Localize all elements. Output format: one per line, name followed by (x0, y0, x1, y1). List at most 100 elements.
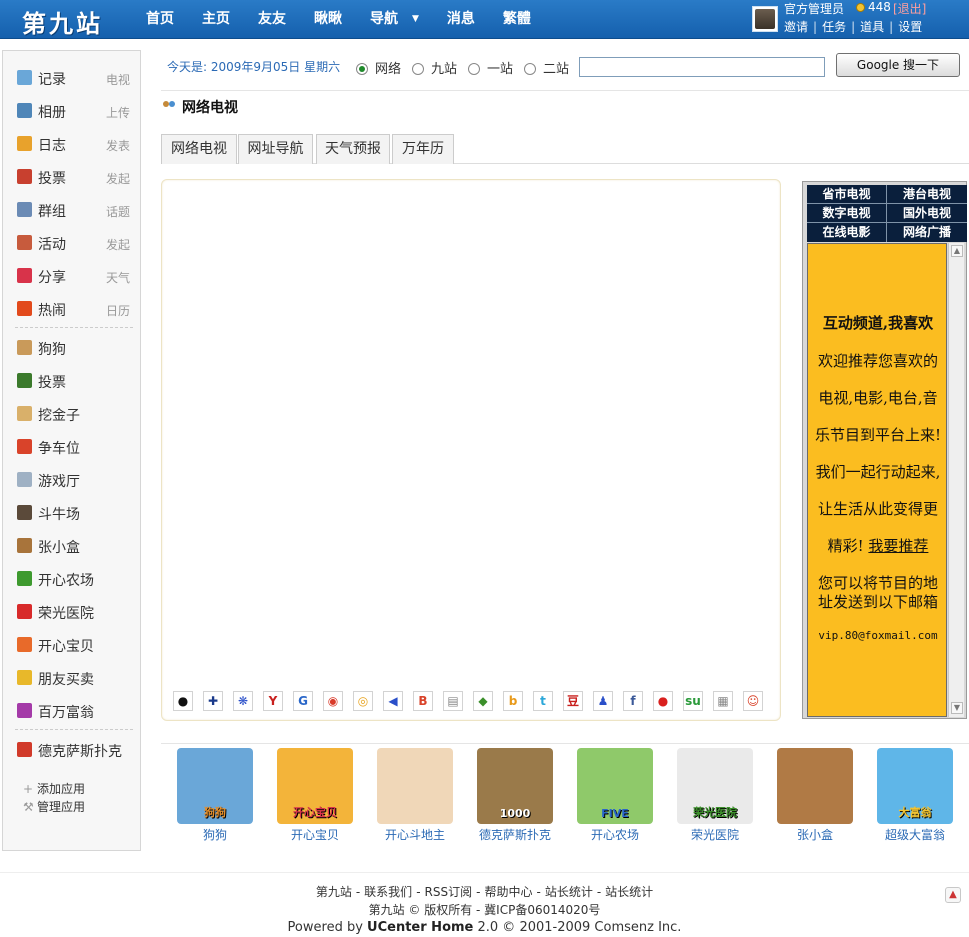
nav-friends[interactable]: 友友 (244, 0, 300, 39)
sidebar-app-hospital[interactable]: 荣光医院 (15, 601, 130, 623)
app-name-link[interactable]: 开心宝贝 (270, 826, 360, 843)
facebook-icon[interactable]: f (623, 691, 643, 711)
nav-navigation[interactable]: 导航 ▼ (356, 0, 433, 39)
nav-traditional[interactable]: 繁體 (489, 0, 545, 39)
featured-app[interactable]: FIVE 开心农场 (570, 748, 660, 843)
feed-icon[interactable]: ◀ (383, 691, 403, 711)
settings-link[interactable]: 设置 (898, 20, 922, 34)
weibo-icon[interactable]: ◉ (323, 691, 343, 711)
windows-icon[interactable]: ◆ (473, 691, 493, 711)
app-name-link[interactable]: 张小盒 (770, 826, 860, 843)
featured-app[interactable]: 大富翁 超级大富翁 (870, 748, 960, 843)
back-to-top-icon[interactable]: ▲ (945, 887, 961, 903)
baidu-paw-icon[interactable]: ❋ (233, 691, 253, 711)
radio-web[interactable]: 网络 (356, 58, 401, 77)
app-thumbnail[interactable]: 荣光医院 (677, 748, 753, 824)
qq-icon[interactable]: ● (173, 691, 193, 711)
tasks-link[interactable]: 任务 (822, 20, 846, 34)
logout-link[interactable]: [退出] (893, 0, 926, 17)
dropdown-arrow-icon[interactable]: ▼ (412, 14, 419, 24)
featured-app[interactable]: 开心宝贝 开心宝贝 (270, 748, 360, 843)
recommend-link[interactable]: 我要推荐 (868, 537, 928, 555)
radio-jiuzhan[interactable]: 九站 (412, 58, 457, 77)
channel-hk-tw[interactable]: 港台电视 (887, 185, 967, 204)
app-thumbnail[interactable]: FIVE (577, 748, 653, 824)
username-link[interactable]: 官方管理员 (784, 0, 844, 17)
sidebar-item-blog[interactable]: 日志 发表 (15, 133, 130, 155)
google-icon[interactable]: G (293, 691, 313, 711)
sidebar-action-link[interactable]: 发表 (106, 137, 130, 154)
sidebar-item-poll[interactable]: 投票 发起 (15, 166, 130, 188)
sidebar-action-link[interactable]: 发起 (106, 236, 130, 253)
footer-link-rss[interactable]: RSS订阅 (425, 885, 473, 899)
nav-home[interactable]: 首页 (132, 0, 188, 39)
sidebar-app-trade[interactable]: 朋友买卖 (15, 667, 130, 689)
featured-app[interactable]: 1000 德克萨斯扑克 (470, 748, 560, 843)
tab-weather[interactable]: 天气预报 (316, 134, 390, 164)
tab-url-nav[interactable]: 网址导航 (238, 134, 313, 164)
footer-link-home[interactable]: 第九站 (316, 885, 352, 899)
digg-icon[interactable]: ▦ (713, 691, 733, 711)
ask-icon[interactable]: ● (653, 691, 673, 711)
sidebar-action-link[interactable]: 发起 (106, 170, 130, 187)
channel-radio[interactable]: 网络广播 (887, 223, 967, 242)
bookmark-b-icon[interactable]: b (503, 691, 523, 711)
manage-app-link[interactable]: ⚒ 管理应用 (23, 798, 85, 815)
nav-my-home[interactable]: 主页 (188, 0, 244, 39)
reddit-icon[interactable]: ☺ (743, 691, 763, 711)
sidebar-action-link[interactable]: 上传 (106, 104, 130, 121)
cross-icon[interactable]: ✚ (203, 691, 223, 711)
sidebar-app-parking[interactable]: 争车位 (15, 436, 130, 458)
douban-icon[interactable]: 豆 (563, 691, 583, 711)
channel-movies[interactable]: 在线电影 (807, 223, 887, 242)
sidebar-item-group[interactable]: 群组 话题 (15, 199, 130, 221)
sidebar-app-poker[interactable]: 德克萨斯扑克 (15, 739, 130, 761)
props-link[interactable]: 道具 (860, 20, 884, 34)
people-icon[interactable]: ♟ (593, 691, 613, 711)
sidebar-app-gold[interactable]: 挖金子 (15, 403, 130, 425)
featured-app[interactable]: 张小盒 (770, 748, 860, 843)
sidebar-app-game-hall[interactable]: 游戏厅 (15, 469, 130, 491)
sidebar-item-hot[interactable]: 热闹 日历 (15, 298, 130, 320)
sohu-icon[interactable]: ◎ (353, 691, 373, 711)
channel-provincial[interactable]: 省市电视 (807, 185, 887, 204)
add-app-link[interactable]: + 添加应用 (23, 780, 85, 797)
sidebar-app-poll[interactable]: 投票 (15, 370, 130, 392)
search-input[interactable] (579, 57, 825, 77)
app-name-link[interactable]: 荣光医院 (670, 826, 760, 843)
sidebar-app-boxman[interactable]: 张小盒 (15, 535, 130, 557)
radio-yizhan[interactable]: 一站 (468, 58, 513, 77)
app-name-link[interactable]: 狗狗 (170, 826, 260, 843)
featured-app[interactable]: 开心斗地主 (370, 748, 460, 843)
sidebar-action-link[interactable]: 话题 (106, 203, 130, 220)
footer-link-stats[interactable]: 站长统计 (545, 885, 593, 899)
scrollbar[interactable]: ▲ ▼ (948, 243, 964, 717)
sidebar-action-link[interactable]: 天气 (106, 269, 130, 286)
app-name-link[interactable]: 开心农场 (570, 826, 660, 843)
app-thumbnail[interactable]: 1000 (477, 748, 553, 824)
app-thumbnail[interactable] (377, 748, 453, 824)
print-icon[interactable]: ▤ (443, 691, 463, 711)
app-thumbnail[interactable]: 大富翁 (877, 748, 953, 824)
channel-digital[interactable]: 数字电视 (807, 204, 887, 223)
google-search-button[interactable]: Google 搜一下 (836, 53, 960, 77)
sidebar-item-share[interactable]: 分享 天气 (15, 265, 130, 287)
app-name-link[interactable]: 开心斗地主 (370, 826, 460, 843)
footer-link-help[interactable]: 帮助中心 (484, 885, 532, 899)
featured-app[interactable]: 狗狗 狗狗 (170, 748, 260, 843)
sidebar-action-link[interactable]: 日历 (106, 302, 130, 319)
app-thumbnail[interactable] (777, 748, 853, 824)
nav-browse[interactable]: 瞅瞅 (300, 0, 356, 39)
app-thumbnail[interactable]: 狗狗 (177, 748, 253, 824)
sidebar-app-bullfight[interactable]: 斗牛场 (15, 502, 130, 524)
tab-web-tv[interactable]: 网络电视 (161, 134, 237, 164)
invite-link[interactable]: 邀请 (784, 20, 808, 34)
footer-link-stats-2[interactable]: 站长统计 (605, 885, 653, 899)
sidebar-item-album[interactable]: 相册 上传 (15, 100, 130, 122)
scroll-up-icon[interactable]: ▲ (951, 245, 963, 257)
sidebar-app-farm[interactable]: 开心农场 (15, 568, 130, 590)
stumble-icon[interactable]: su (683, 691, 703, 711)
footer-link-contact[interactable]: 联系我们 (364, 885, 412, 899)
sidebar-item-event[interactable]: 活动 发起 (15, 232, 130, 254)
sidebar-item-record[interactable]: 记录 电视 (15, 67, 130, 89)
